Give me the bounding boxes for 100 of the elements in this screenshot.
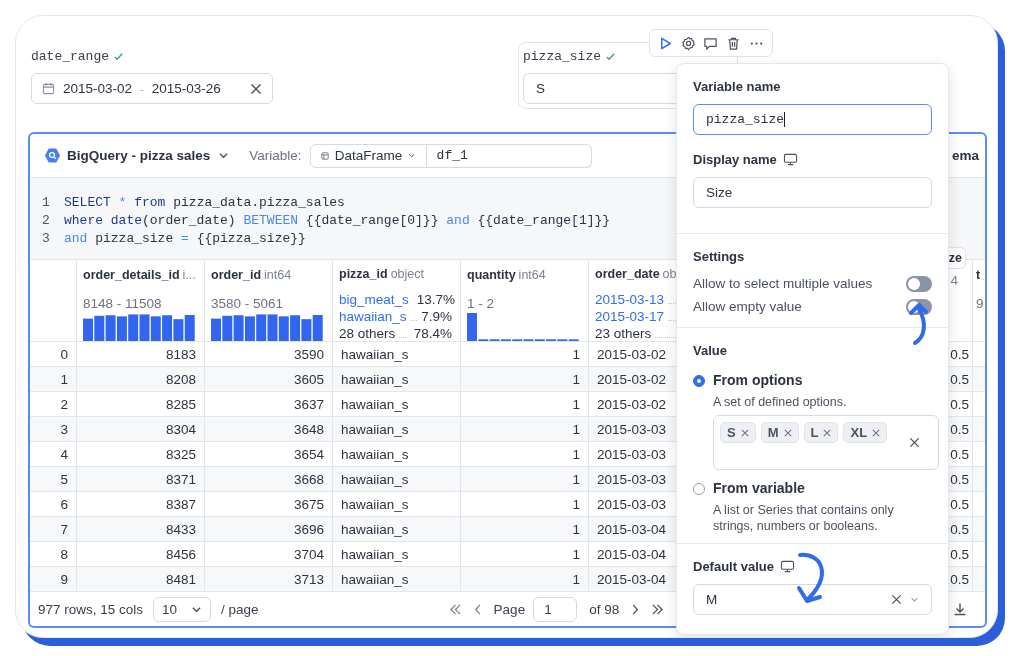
table-cell: 8456 [165, 546, 196, 562]
value-link[interactable]: 2015-03-17 [595, 309, 665, 324]
display-name-input[interactable]: Size [693, 177, 932, 208]
table-cell: 2015-03-02 [597, 396, 667, 412]
variable-name-input[interactable]: pizza_size [693, 104, 932, 135]
table-cell: hawaiian_s [341, 446, 409, 462]
row-index: 0 [60, 346, 68, 362]
close-icon[interactable] [909, 437, 920, 448]
table-cell: 8481 [165, 571, 196, 587]
table-cell: 2015-03-04 [597, 546, 667, 562]
column-header[interactable]: order_details_id [83, 268, 180, 282]
row-count: 977 rows, 15 cols [38, 601, 144, 617]
table-cell: 2015-03-03 [597, 471, 667, 487]
table-cell: 1 [572, 571, 580, 587]
field-label: Display name [693, 151, 777, 167]
variable-name: pizza_size [523, 48, 601, 64]
settings-icon[interactable] [680, 35, 696, 51]
setting-label: Allow to select multiple values [693, 276, 873, 291]
table-cell: 0.5 [950, 396, 969, 412]
table-cell: hawaiian_s [341, 471, 409, 487]
option-tag[interactable]: S [720, 422, 756, 443]
table-cell: hawaiian_s [341, 546, 409, 562]
column-header[interactable]: pizza_id [339, 267, 388, 281]
last-page-icon[interactable] [651, 603, 665, 615]
table-cell: hawaiian_s [341, 496, 409, 512]
toggle-switch[interactable] [906, 275, 932, 292]
table-cell: 0.5 [950, 371, 969, 387]
database-logo-icon [44, 147, 61, 164]
type-dropdown[interactable]: DataFrame [309, 143, 427, 168]
page-size-dropdown[interactable]: 10 [153, 596, 212, 622]
value-link[interactable]: 2015-03-13 [595, 292, 665, 307]
value-range: 8148 - 11508 [83, 296, 162, 311]
table-cell: 2015-03-04 [597, 521, 667, 537]
page-label: Page [493, 601, 526, 617]
table-cell: 3675 [293, 496, 324, 512]
table-cell: 3648 [293, 421, 324, 437]
next-page-icon[interactable] [631, 603, 640, 615]
line-number: 2 [41, 212, 51, 228]
table-cell: 0.5 [950, 346, 969, 362]
radio-button[interactable] [693, 375, 705, 387]
value-link[interactable]: hawaiian_s [339, 309, 407, 324]
close-icon[interactable] [250, 82, 262, 95]
option-tag[interactable]: L [803, 422, 839, 443]
row-index: 3 [60, 421, 68, 437]
chevron-icon [218, 150, 230, 161]
column-type: 4 [950, 273, 958, 288]
page-total: of 98 [589, 601, 620, 617]
comment-icon[interactable] [703, 35, 719, 51]
code-line: and pizza_size = {{pizza_size}} [64, 230, 306, 246]
date-range-field[interactable]: 2015-03-02 - 2015-03-26 [31, 73, 273, 104]
option-description: A list or Series that contains only strings, numbers or booleans. [713, 502, 895, 534]
default-value-select[interactable]: M [693, 584, 932, 615]
value-share: 78.4% [413, 326, 452, 341]
start-date: 2015-03-02 [63, 81, 133, 96]
option-tag[interactable]: XL [843, 422, 888, 443]
row-index: 9 [60, 571, 68, 587]
download-icon[interactable] [953, 602, 967, 616]
column-header[interactable]: order_date [595, 267, 660, 281]
line-number: 3 [41, 230, 51, 246]
option-title[interactable]: From options [713, 372, 939, 388]
first-page-icon[interactable] [448, 603, 462, 615]
row-index: 7 [60, 521, 68, 537]
table-cell: 3654 [293, 446, 324, 462]
table-cell: 8325 [165, 446, 196, 462]
option-title[interactable]: From variable [713, 480, 929, 496]
table-cell: 0.5 [950, 521, 969, 537]
variable-name: date_range [31, 48, 109, 64]
remove-icon[interactable] [823, 428, 832, 437]
end-date: 2015-03-26 [151, 81, 221, 96]
code-line: where date(order_date) BETWEEN {{date_range[0]}} and {{date_range[1]}} [64, 212, 611, 228]
trash-icon[interactable] [726, 35, 742, 51]
remove-icon[interactable] [783, 428, 792, 437]
option-tag[interactable]: M [760, 422, 799, 443]
remove-icon[interactable] [872, 428, 881, 437]
section-title: Settings [693, 248, 746, 264]
close-icon[interactable] [891, 594, 902, 605]
column-header[interactable]: t [976, 268, 981, 282]
value-link[interactable]: big_meat_s [339, 292, 409, 307]
column-header[interactable]: order_id [211, 268, 261, 282]
per-page-label: / page [221, 601, 259, 617]
previous-page-icon[interactable] [473, 603, 482, 615]
table-cell: 0.5 [950, 496, 969, 512]
chevron-icon [910, 595, 919, 604]
column-header[interactable]: quantity [467, 268, 516, 282]
table-cell: 8285 [165, 396, 196, 412]
table-icon [320, 149, 329, 162]
table-cell: 1 [572, 546, 580, 562]
table-cell: 3704 [293, 546, 324, 562]
connection-dropdown[interactable]: BigQuery - pizza sales [67, 148, 230, 163]
table-cell: 8304 [165, 421, 196, 437]
remove-icon[interactable] [740, 428, 749, 437]
options-field[interactable]: S M L XL [713, 415, 939, 470]
schema-button[interactable]: ema [951, 148, 979, 163]
variable-name-field[interactable]: df_1 [426, 143, 592, 168]
table-cell: 8433 [165, 521, 196, 537]
field-label: Default value [693, 558, 774, 574]
page-input[interactable]: 1 [533, 596, 578, 622]
table-cell: 2015-03-03 [597, 421, 667, 437]
row-index: 6 [60, 496, 68, 512]
table-cell: 3696 [293, 521, 324, 537]
